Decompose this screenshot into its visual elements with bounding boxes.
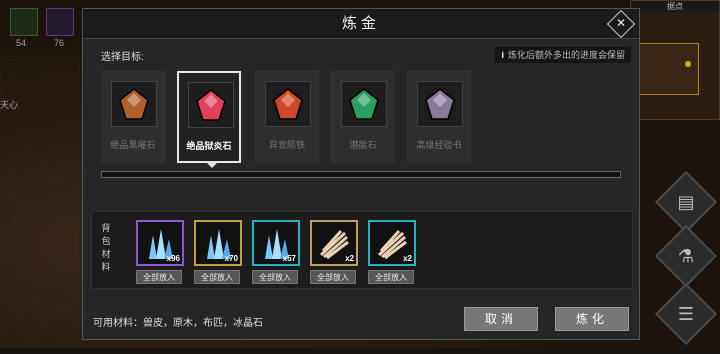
target-item-icon [111,81,157,127]
hud-slot-1-count: 54 [16,38,26,48]
target-item-label: 绝品狱炎石 [179,139,239,152]
hint-box: i 炼化后额外多出的进度会保留 [495,47,631,63]
available-materials: 可用材料：兽皮，原木，布匹，冰晶石 [93,314,263,329]
minimap-title: 据点 [631,1,719,13]
material-item: x2 全部放入 [368,220,416,284]
bag-label: 背包材料 [98,222,114,274]
material-count: x2 [403,254,412,263]
material-count: x70 [225,254,238,263]
put-all-button[interactable]: 全部放入 [136,270,182,284]
target-item[interactable]: 绝品黑曜石 [101,71,165,163]
list-icon: ☰ [666,294,706,334]
potion-icon: ⚗ [666,236,706,276]
info-icon: i [501,50,504,60]
hud-skill-slot-1[interactable] [10,8,38,36]
material-item: x96 全部放入 [136,220,184,284]
put-all-button[interactable]: 全部放入 [368,270,414,284]
scroll-icon: ▤ [666,182,706,222]
target-item[interactable]: 绝品狱炎石 [177,71,241,163]
alchemy-dialog: 炼金 ✕ 选择目标: i 炼化后额外多出的进度会保留 绝品黑曜石 绝品狱炎石 异世… [82,8,640,340]
material-item: x2 全部放入 [310,220,358,284]
material-count: x2 [345,254,354,263]
target-item-icon [265,81,311,127]
target-item-icon [341,81,387,127]
material-item: x57 全部放入 [252,220,300,284]
minimap-room [637,43,699,95]
put-all-button[interactable]: 全部放入 [252,270,298,284]
target-item-label: 潜能石 [332,138,394,151]
dialog-title: 炼金 [83,9,639,39]
close-icon: ✕ [612,15,630,33]
target-item-icon [417,81,463,127]
target-label: 选择目标: [101,48,144,63]
material-slot[interactable]: x96 [136,220,184,266]
material-slot[interactable]: x2 [310,220,358,266]
put-all-button[interactable]: 全部放入 [310,270,356,284]
target-item-label: 高级经验书 [408,138,470,151]
put-all-button[interactable]: 全部放入 [194,270,240,284]
selection-arrow-icon [205,161,219,168]
refine-button[interactable]: 炼化 [555,307,629,331]
target-item-label: 异世陨铁 [256,138,318,151]
material-count: x96 [167,254,180,263]
target-item[interactable]: 高级经验书 [407,71,471,163]
material-slot[interactable]: x57 [252,220,300,266]
target-item-label: 绝品黑曜石 [102,138,164,151]
minimap[interactable]: 据点 [630,0,720,120]
hint-text: 炼化后额外多出的进度会保留 [508,50,625,60]
hud-slot-2-count: 76 [54,38,64,48]
material-item: x70 全部放入 [194,220,242,284]
floor-tile [10,200,80,290]
bag-materials-panel: 背包材料 x96 全部放入x70 全部放入x57 全部放入x2 全部放入x2 全… [91,211,633,289]
target-item-icon [188,82,234,128]
material-slot[interactable]: x2 [368,220,416,266]
target-item[interactable]: 异世陨铁 [255,71,319,163]
player-marker-icon [685,61,691,67]
alchemy-progress-bar [101,171,621,178]
target-item[interactable]: 潜能石 [331,71,395,163]
material-slot[interactable]: x70 [194,220,242,266]
cancel-button[interactable]: 取消 [464,307,538,331]
hud-skill-slot-2[interactable] [46,8,74,36]
side-text: 天心 [0,98,18,111]
material-count: x57 [283,254,296,263]
